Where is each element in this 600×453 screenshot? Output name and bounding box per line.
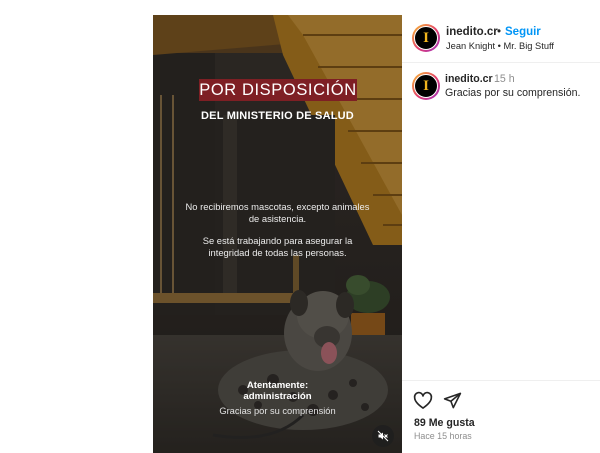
subheadline: DEL MINISTERIO DE SALUD [201, 110, 354, 122]
mute-button[interactable] [372, 425, 394, 447]
notice-paragraph-1: No recibiremos mascotas, excepto animale… [185, 201, 370, 224]
heart-icon [413, 391, 433, 409]
username-link[interactable]: inedito.cr [446, 26, 498, 38]
avatar-logo: I [423, 29, 429, 46]
signoff: Atentamente: administración [153, 380, 402, 402]
audio-track-link[interactable]: Jean Knight • Mr. Big Stuff [446, 41, 554, 51]
notice-paragraph-2: Se está trabajando para asegurar la inte… [202, 235, 353, 258]
caption-username-link[interactable]: inedito.cr [445, 73, 493, 85]
signoff-line-1: Atentamente: [246, 380, 309, 391]
caption-time[interactable]: 15 h [494, 73, 515, 85]
likes-count[interactable]: 89 Me gusta [414, 417, 475, 429]
avatar[interactable]: I [412, 24, 440, 52]
headline-text: POR DISPOSICIÓN [199, 80, 357, 99]
post-media[interactable]: POR DISPOSICIÓN DEL MINISTERIO DE SALUD … [153, 15, 402, 453]
caption-avatar-logo: I [423, 77, 429, 94]
share-button[interactable] [443, 391, 462, 410]
like-button[interactable] [413, 391, 433, 411]
actions-divider [402, 380, 600, 381]
post-side-panel: I inedito.cr • Seguir Jean Knight • Mr. … [402, 15, 600, 453]
post-header: I inedito.cr • Seguir Jean Knight • Mr. … [402, 15, 600, 63]
share-icon [443, 392, 462, 409]
caption-text: Gracias por su comprensión. [445, 87, 581, 99]
post-timestamp[interactable]: Hace 15 horas [414, 431, 472, 441]
signoff-line-2: administración [243, 391, 312, 402]
follow-button[interactable]: Seguir [505, 26, 541, 38]
mute-icon [377, 430, 389, 442]
headline-banner: POR DISPOSICIÓN [199, 79, 357, 101]
signoff-thanks: Gracias por su comprensión [219, 406, 336, 416]
caption-avatar[interactable]: I [412, 72, 440, 100]
separator-dot: • [497, 26, 502, 38]
